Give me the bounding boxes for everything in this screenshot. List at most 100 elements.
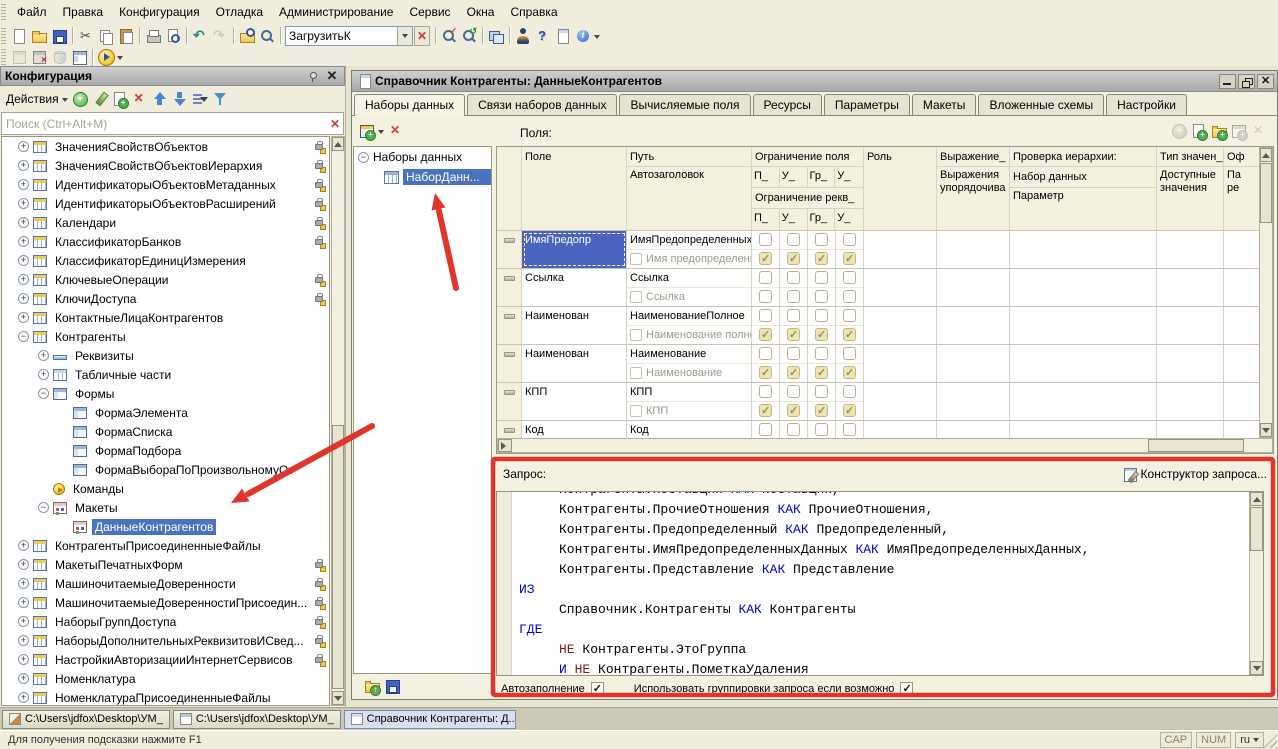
- restriction-cell[interactable]: [836, 307, 864, 344]
- expand-icon[interactable]: +: [18, 540, 29, 551]
- field-restriction-checkbox[interactable]: [815, 233, 828, 246]
- filter-icon[interactable]: [212, 91, 228, 107]
- clear-search-icon[interactable]: ✕: [327, 117, 343, 131]
- tree-item[interactable]: +Реквизиты: [2, 346, 329, 365]
- tree-item[interactable]: +МакетыПечатныхФорм: [2, 555, 329, 574]
- value-type-cell[interactable]: [1157, 421, 1224, 438]
- up-icon[interactable]: [152, 91, 168, 107]
- expand-icon[interactable]: +: [18, 293, 29, 304]
- field-name-cell[interactable]: ИмяПредопр: [522, 231, 627, 268]
- attr-restriction-checkbox[interactable]: [787, 290, 800, 303]
- redo-icon[interactable]: [212, 28, 228, 44]
- add-table-icon[interactable]: [359, 123, 375, 139]
- attr-restriction-checkbox[interactable]: [815, 404, 828, 417]
- tree-item[interactable]: +КлючиДоступа: [2, 289, 329, 308]
- field-restriction-checkbox[interactable]: [843, 271, 856, 284]
- tree-item[interactable]: +Номенклатура: [2, 669, 329, 688]
- expand-icon[interactable]: +: [18, 616, 29, 627]
- field-restriction-checkbox[interactable]: [759, 233, 772, 246]
- field-restriction-checkbox[interactable]: [759, 271, 772, 284]
- tree-item[interactable]: ФормаПодбора: [2, 441, 329, 460]
- expand-icon[interactable]: +: [18, 179, 29, 190]
- tree-item[interactable]: +КлассификаторЕдиницИзмерения: [2, 251, 329, 270]
- field-restriction-checkbox[interactable]: [843, 347, 856, 360]
- field-restriction-checkbox[interactable]: [759, 385, 772, 398]
- row-handle-cell[interactable]: [497, 421, 522, 438]
- path-column-header[interactable]: Путь Автозаголовок: [627, 147, 752, 230]
- clear-combo-icon[interactable]: ✕: [414, 26, 430, 46]
- restriction-cell[interactable]: [780, 421, 808, 438]
- query-builder-link[interactable]: Конструктор запроса...: [1121, 465, 1267, 483]
- collapse-icon[interactable]: −: [38, 502, 49, 513]
- table-row[interactable]: ИмяПредопрИмяПредопределенныхДа...Имя пр…: [497, 231, 1259, 269]
- field-restriction-checkbox[interactable]: [787, 233, 800, 246]
- expand-icon[interactable]: +: [18, 236, 29, 247]
- scroll-up-icon[interactable]: [1260, 148, 1272, 162]
- resize-grip[interactable]: [1263, 734, 1277, 748]
- paste-icon[interactable]: [118, 28, 134, 44]
- copy-add-icon[interactable]: [112, 91, 128, 107]
- x-grey-icon[interactable]: [1251, 123, 1267, 139]
- tree-item[interactable]: +Календари: [2, 213, 329, 232]
- restriction-cell[interactable]: [780, 231, 808, 268]
- new-icon[interactable]: [11, 28, 27, 44]
- expand-icon[interactable]: +: [18, 597, 29, 608]
- path-cell[interactable]: КППКПП: [627, 383, 752, 420]
- configurator-icon[interactable]: [515, 28, 531, 44]
- tree-item[interactable]: +НастройкиАвторизацииИнтернетСервисов: [2, 650, 329, 669]
- path-cell[interactable]: НаименованиеПолноеНаименование полное: [627, 307, 752, 344]
- database-icon[interactable]: [51, 49, 67, 65]
- expand-icon[interactable]: +: [18, 673, 29, 684]
- appearance-cell[interactable]: [1224, 269, 1259, 306]
- attr-restriction-checkbox[interactable]: [843, 290, 856, 303]
- undo-icon[interactable]: [192, 28, 208, 44]
- field-restriction-checkbox[interactable]: [787, 271, 800, 284]
- close-icon[interactable]: [1257, 74, 1274, 89]
- restriction-cell[interactable]: [836, 231, 864, 268]
- dropdown-arrow-icon[interactable]: [61, 92, 70, 106]
- tab-item[interactable]: Настройки: [1106, 94, 1187, 115]
- tree-item[interactable]: +НоменклатураПрисоединенныеФайлы: [2, 688, 329, 706]
- restriction-cell[interactable]: [752, 345, 780, 382]
- field-name-cell[interactable]: Наименован: [522, 345, 627, 382]
- expand-icon[interactable]: +: [18, 217, 29, 228]
- restriction-cell[interactable]: [780, 345, 808, 382]
- tree-scrollbar[interactable]: [331, 136, 345, 706]
- restriction-column-header[interactable]: Ограничение поля П_ У_ Гр_ У_ Ограничени…: [752, 147, 864, 230]
- syntax-restart-icon[interactable]: ↺: [461, 28, 477, 44]
- print-icon[interactable]: [145, 28, 161, 44]
- restriction-cell[interactable]: [808, 269, 836, 306]
- attr-restriction-checkbox[interactable]: [787, 366, 800, 379]
- role-cell[interactable]: [864, 307, 937, 344]
- field-restriction-checkbox[interactable]: [843, 385, 856, 398]
- menu-item[interactable]: Правка: [55, 2, 112, 22]
- menu-item[interactable]: Конфигурация: [111, 2, 208, 22]
- scroll-down-icon[interactable]: [1260, 423, 1272, 437]
- expand-icon[interactable]: +: [18, 692, 29, 703]
- field-name-cell[interactable]: Код: [522, 421, 627, 438]
- help-find-icon[interactable]: [535, 28, 551, 44]
- menu-item[interactable]: Справка: [502, 2, 565, 22]
- restriction-cell[interactable]: [808, 421, 836, 438]
- row-handle-cell[interactable]: [497, 383, 522, 420]
- tab-item[interactable]: Связи наборов данных: [467, 94, 617, 115]
- restriction-cell[interactable]: [780, 383, 808, 420]
- restriction-cell[interactable]: [836, 345, 864, 382]
- attr-restriction-checkbox[interactable]: [759, 328, 772, 341]
- minimize-icon[interactable]: [1219, 74, 1236, 89]
- field-name-cell[interactable]: Наименован: [522, 307, 627, 344]
- restriction-cell[interactable]: [836, 383, 864, 420]
- table-row[interactable]: СсылкаСсылкаСсылка: [497, 269, 1259, 307]
- windows-icon[interactable]: [488, 28, 504, 44]
- appearance-cell[interactable]: [1224, 345, 1259, 382]
- tree-item[interactable]: ФормаВыбораПоПроизвольномуОт: [2, 460, 329, 479]
- restriction-cell[interactable]: [808, 345, 836, 382]
- delete-icon[interactable]: [388, 123, 404, 139]
- attr-restriction-checkbox[interactable]: [759, 366, 772, 379]
- expand-icon[interactable]: +: [18, 141, 29, 152]
- grid-vscrollbar[interactable]: [1259, 147, 1273, 438]
- folder-plus-icon[interactable]: [1211, 123, 1227, 139]
- open-icon[interactable]: [31, 28, 47, 44]
- restriction-cell[interactable]: [752, 231, 780, 268]
- restriction-cell[interactable]: [752, 383, 780, 420]
